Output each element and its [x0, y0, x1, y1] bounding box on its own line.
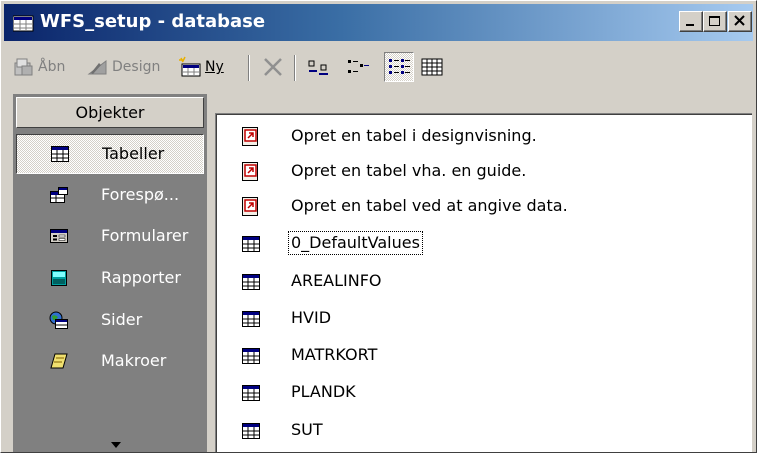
objects-item-label: Sider: [101, 310, 143, 329]
list-view-button[interactable]: [384, 52, 414, 82]
small-icons-view-button[interactable]: [346, 53, 372, 81]
list-item-label: Opret en tabel ved at angive data.: [291, 196, 568, 215]
title-bar[interactable]: WFS_setup - database: [4, 4, 753, 41]
database-icon: [13, 15, 34, 32]
delete-x-icon: [264, 58, 282, 76]
design-icon: [87, 59, 107, 75]
shortcut-icon: [242, 162, 258, 181]
table-icon: [242, 236, 260, 252]
close-button[interactable]: [728, 11, 752, 32]
open-icon: [14, 58, 33, 76]
list-item[interactable]: Opret en tabel vha. en guide.: [216, 154, 746, 188]
objects-bar: Objekter Tabeller Forespø... Formularer …: [13, 94, 207, 452]
toolbar-separator: [294, 55, 296, 81]
list-item-label: MATRKORT: [291, 345, 378, 364]
list-item-label: HVID: [291, 308, 332, 327]
objects-item-reports[interactable]: Rapporter: [16, 259, 204, 299]
table-row[interactable]: 0_DefaultValues: [216, 226, 746, 260]
open-button[interactable]: Åbn: [13, 53, 65, 81]
table-row[interactable]: SUT: [216, 413, 746, 447]
objects-item-label: Formularer: [101, 226, 189, 245]
table-icon: [242, 348, 260, 364]
objects-item-tables[interactable]: Tabeller: [16, 134, 204, 174]
small-icons-view-icon: [348, 60, 369, 73]
database-window: WFS_setup - database Åbn Design Ny Objek…: [0, 0, 757, 453]
list-item-label: AREALINFO: [291, 271, 382, 290]
database-toolbar: Åbn Design Ny: [4, 45, 753, 89]
list-item-label: PLANDK: [291, 382, 356, 401]
new-button[interactable]: Ny: [178, 53, 224, 81]
minimize-icon: [686, 24, 694, 26]
maximize-icon: [709, 16, 720, 26]
table-icon: [242, 274, 260, 290]
objects-item-queries[interactable]: Forespø...: [16, 176, 204, 216]
objects-item-label: Forespø...: [101, 185, 180, 204]
objects-list: Opret en tabel i designvisning. Opret en…: [215, 113, 752, 452]
window-title: WFS_setup - database: [40, 11, 266, 32]
query-icon: [50, 187, 68, 203]
maximize-button[interactable]: [703, 11, 727, 32]
delete-button[interactable]: [260, 53, 286, 81]
page-icon: [49, 311, 68, 329]
new-table-icon: [179, 56, 201, 77]
form-icon: [50, 229, 68, 243]
list-item-label: SUT: [291, 420, 323, 439]
details-view-icon: [421, 58, 443, 76]
design-button[interactable]: Design: [87, 53, 160, 81]
objects-item-label: Makroer: [101, 351, 167, 370]
list-item[interactable]: Opret en tabel ved at angive data.: [216, 189, 746, 223]
objects-item-label: Tabeller: [102, 144, 165, 163]
table-icon: [51, 146, 69, 162]
table-row[interactable]: PLANDK: [216, 375, 746, 409]
new-label: Ny: [205, 59, 224, 75]
shortcut-icon: [242, 127, 258, 146]
large-icons-view-button[interactable]: [306, 53, 332, 81]
macro-icon: [50, 353, 68, 369]
minimize-button[interactable]: [679, 11, 703, 32]
details-view-button[interactable]: [420, 53, 446, 81]
table-row[interactable]: HVID: [216, 301, 746, 335]
list-item-label: Opret en tabel vha. en guide.: [291, 161, 527, 180]
report-icon: [51, 270, 67, 286]
list-item-label: 0_DefaultValues: [288, 231, 423, 255]
table-icon: [242, 311, 260, 327]
table-row[interactable]: AREALINFO: [216, 264, 746, 298]
close-icon: [734, 15, 745, 26]
table-icon: [242, 385, 260, 401]
list-view-icon: [389, 59, 410, 74]
objects-item-forms[interactable]: Formularer: [16, 217, 204, 257]
toolbar-separator: [248, 55, 250, 81]
table-row[interactable]: MATRKORT: [216, 338, 746, 372]
objects-item-macros[interactable]: Makroer: [16, 342, 204, 382]
shortcut-icon: [242, 197, 258, 216]
objects-item-pages[interactable]: Sider: [16, 301, 204, 341]
table-icon: [242, 423, 260, 439]
design-label: Design: [112, 59, 161, 75]
large-icons-view-icon: [308, 60, 328, 75]
open-label: Åbn: [38, 59, 66, 75]
objects-item-label: Rapporter: [101, 268, 181, 287]
scroll-down-arrow-icon[interactable]: [111, 442, 121, 448]
objects-header-button[interactable]: Objekter: [16, 97, 204, 128]
list-item[interactable]: Opret en tabel i designvisning.: [216, 119, 746, 153]
list-item-label: Opret en tabel i designvisning.: [291, 126, 537, 145]
